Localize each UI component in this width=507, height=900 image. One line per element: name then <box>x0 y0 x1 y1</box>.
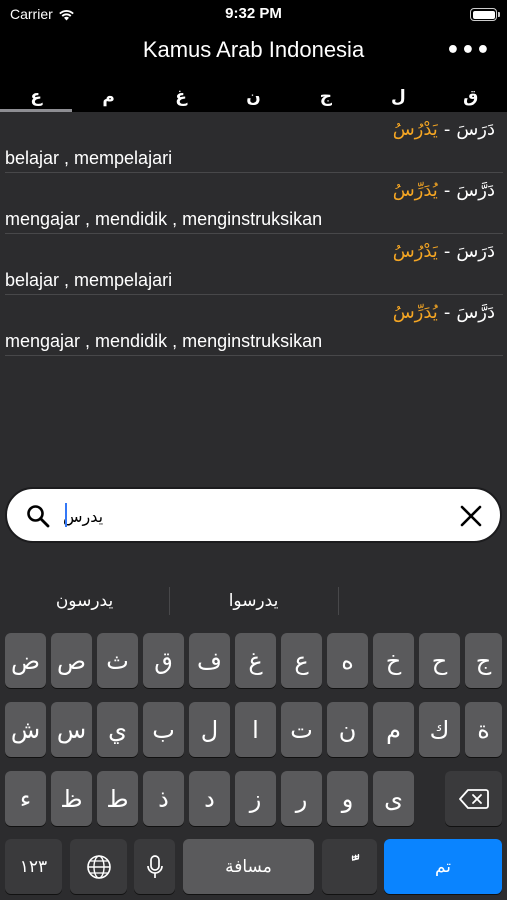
key[interactable]: ة <box>465 702 502 757</box>
word-separator: - <box>443 241 451 262</box>
more-options-button[interactable]: ••• <box>446 38 491 63</box>
tab-letter-qaf[interactable]: ق <box>435 86 507 112</box>
key[interactable]: ع <box>281 633 322 688</box>
status-bar: Carrier 9:32 PM <box>0 0 507 28</box>
key[interactable]: ب <box>143 702 184 757</box>
tab-letter-nun[interactable]: ن <box>217 86 289 112</box>
space-key[interactable]: مسافة <box>183 839 314 894</box>
key[interactable]: ر <box>281 771 322 826</box>
battery-icon <box>470 8 500 21</box>
verb-form: يُدَرِّسُ <box>392 180 438 201</box>
diacritics-key[interactable]: ًّ <box>322 839 377 894</box>
root-word: دَرَّسَ <box>456 180 495 201</box>
key[interactable]: ن <box>327 702 368 757</box>
backspace-icon <box>458 788 489 809</box>
list-item[interactable]: دَرَسَ-يَدْرُسُ belajar , mempelajari <box>5 112 503 173</box>
suggestion-bar: يدرسون يدرسوا <box>0 583 507 619</box>
key[interactable]: غ <box>235 633 276 688</box>
results-list: دَرَسَ-يَدْرُسُ belajar , mempelajari دَ… <box>0 112 507 487</box>
meaning-text: mengajar , mendidik , menginstruksikan <box>5 331 323 351</box>
root-word: دَرَسَ <box>456 119 495 140</box>
done-key[interactable]: تم <box>384 839 502 894</box>
key[interactable]: ض <box>5 633 46 688</box>
key[interactable]: ش <box>5 702 46 757</box>
status-time: 9:32 PM <box>225 5 282 22</box>
key[interactable]: ك <box>419 702 460 757</box>
meaning-text: belajar , mempelajari <box>5 148 173 168</box>
key[interactable]: و <box>327 771 368 826</box>
key[interactable]: ص <box>51 633 92 688</box>
navigation-bar: Kamus Arab Indonesia ••• <box>0 28 507 86</box>
key[interactable]: ا <box>235 702 276 757</box>
suggestion-item[interactable]: يدرسوا <box>169 583 338 619</box>
arabic-word: دَرَّسَ-يُدَرِّسُ <box>393 180 495 201</box>
root-word: دَرَسَ <box>456 241 495 262</box>
search-bar <box>5 487 502 543</box>
word-separator: - <box>443 302 451 323</box>
root-word: دَرَّسَ <box>456 302 495 323</box>
tab-letter-ain[interactable]: ع <box>0 86 73 112</box>
key[interactable]: خ <box>373 633 414 688</box>
key[interactable]: د <box>189 771 230 826</box>
meaning-text: belajar , mempelajari <box>5 270 173 290</box>
key[interactable]: م <box>373 702 414 757</box>
key[interactable]: ث <box>97 633 138 688</box>
key[interactable]: ه <box>327 633 368 688</box>
key[interactable]: ق <box>143 633 184 688</box>
list-item[interactable]: دَرَسَ-يَدْرُسُ belajar , mempelajari <box>5 234 503 295</box>
search-icon[interactable] <box>25 503 51 529</box>
delete-key[interactable] <box>445 771 502 826</box>
search-input[interactable] <box>63 503 443 529</box>
word-separator: - <box>443 119 451 140</box>
meaning-text: mengajar , mendidik , menginstruksikan <box>5 209 323 229</box>
suggestion-item[interactable] <box>338 583 507 619</box>
key[interactable]: ل <box>189 702 230 757</box>
key[interactable]: ى <box>373 771 414 826</box>
key[interactable]: ز <box>235 771 276 826</box>
tab-letter-lam[interactable]: ل <box>362 86 434 112</box>
key[interactable]: ف <box>189 633 230 688</box>
globe-icon <box>86 854 111 879</box>
key[interactable]: ح <box>419 633 460 688</box>
arabic-word: دَرَسَ-يَدْرُسُ <box>393 241 495 262</box>
arabic-word: دَرَسَ-يَدْرُسُ <box>393 119 495 140</box>
verb-form: يَدْرُسُ <box>392 119 438 140</box>
list-item[interactable]: دَرَّسَ-يُدَرِّسُ mengajar , mendidik , … <box>5 295 503 356</box>
arabic-word: دَرَّسَ-يُدَرِّسُ <box>393 302 495 323</box>
key[interactable]: ظ <box>51 771 92 826</box>
key[interactable]: ج <box>465 633 502 688</box>
key[interactable]: ذ <box>143 771 184 826</box>
key[interactable]: ط <box>97 771 138 826</box>
globe-key[interactable] <box>70 839 127 894</box>
verb-form: يُدَرِّسُ <box>392 302 438 323</box>
list-item[interactable]: دَرَّسَ-يُدَرِّسُ mengajar , mendidik , … <box>5 173 503 234</box>
key[interactable]: ت <box>281 702 322 757</box>
page-title: Kamus Arab Indonesia <box>142 37 365 62</box>
key[interactable]: ء <box>5 771 46 826</box>
word-separator: - <box>443 180 451 201</box>
verb-form: يَدْرُسُ <box>392 241 438 262</box>
arabic-keyboard: يدرسون يدرسوا ض ص ث ق ف غ ع ه خ ح ج ش س … <box>0 569 507 900</box>
suggestion-item[interactable]: يدرسون <box>0 583 169 619</box>
close-icon[interactable] <box>458 503 484 529</box>
microphone-icon <box>146 854 163 878</box>
key[interactable]: ي <box>97 702 138 757</box>
dictation-key[interactable] <box>134 839 175 894</box>
key[interactable]: س <box>51 702 92 757</box>
tab-letter-jim[interactable]: ج <box>290 86 362 112</box>
letter-tabs: ع م غ ن ج ل ق <box>0 86 507 112</box>
tab-letter-ghain[interactable]: غ <box>145 86 217 112</box>
numbers-key[interactable]: ١٢٣ <box>5 839 62 894</box>
tab-letter-mim[interactable]: م <box>72 86 144 112</box>
text-cursor <box>65 503 67 527</box>
